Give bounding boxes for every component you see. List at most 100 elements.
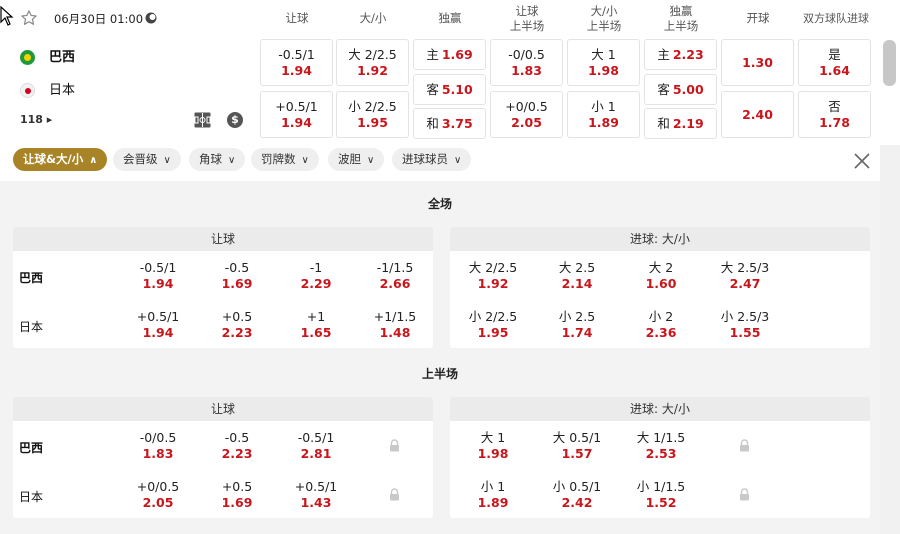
- odds-value: 2.23: [221, 325, 253, 340]
- odds-option[interactable]: 大 2.5 2.14: [542, 260, 612, 292]
- odds-option[interactable]: 小 2.5/3 1.55: [710, 309, 780, 341]
- odds-option[interactable]: 大 1 1.98: [458, 430, 528, 462]
- filter-chip-goalscorer[interactable]: 进球球员 ∨: [392, 148, 472, 171]
- odds-value: 2.05: [511, 115, 542, 130]
- odds-line: +0/0.5: [505, 99, 548, 114]
- odds-cell-h1-moneyline-draw[interactable]: 和 2.19: [644, 108, 717, 139]
- chevron-down-icon: ∨: [163, 155, 171, 166]
- cashout-dollar-icon[interactable]: $: [227, 112, 243, 128]
- filter-chip-label: 波胆: [338, 152, 361, 166]
- filter-chip-corners[interactable]: 角球 ∨: [189, 148, 246, 171]
- odds-cell-moneyline-draw[interactable]: 和 3.75: [413, 108, 486, 139]
- odds-option[interactable]: 小 2 2.36: [626, 309, 696, 341]
- odds-cell-handicap-home[interactable]: -0.5/1 1.94: [260, 39, 333, 86]
- odds-cell-h1-over[interactable]: 大 1 1.98: [567, 39, 640, 86]
- odds-line: 小 2.5/3: [720, 309, 770, 324]
- odds-value: 1.98: [477, 446, 509, 461]
- close-icon[interactable]: [852, 151, 872, 171]
- odds-line: 主: [426, 47, 439, 62]
- odds-option[interactable]: -1/1.5 2.66: [360, 260, 430, 292]
- odds-value: 2.81: [300, 446, 332, 461]
- odds-cell-under[interactable]: 小 2/2.5 1.95: [336, 91, 409, 138]
- odds-option[interactable]: +0.5/1 1.94: [123, 309, 193, 341]
- more-markets-link[interactable]: 118 ▸: [20, 113, 52, 126]
- odds-line: -0/0.5: [508, 47, 545, 62]
- odds-value: 3.75: [441, 116, 473, 131]
- filter-chip-handicap-ou[interactable]: 让球&大/小 ∧: [13, 148, 108, 171]
- odds-value: 1.95: [357, 115, 388, 130]
- odds-option[interactable]: -0.5 1.69: [202, 260, 272, 292]
- odds-cell-h1-handicap-home[interactable]: -0/0.5 1.83: [490, 39, 563, 86]
- odds-option[interactable]: +1 1.65: [281, 309, 351, 341]
- odds-cell-moneyline-away[interactable]: 客 5.10: [413, 74, 486, 105]
- odds-option[interactable]: +0/0.5 2.05: [123, 479, 193, 511]
- odds-option[interactable]: 大 1/1.5 2.53: [626, 430, 696, 462]
- odds-line: -0/0.5: [139, 430, 177, 445]
- lock-icon: [390, 488, 399, 501]
- odds-value: 1.30: [742, 55, 773, 70]
- odds-cell-handicap-away[interactable]: +0.5/1 1.94: [260, 91, 333, 138]
- odds-option[interactable]: +0.5 1.69: [202, 479, 272, 511]
- odds-option[interactable]: -0.5/1 1.94: [123, 260, 193, 292]
- odds-line: 小 0.5/1: [552, 479, 602, 494]
- odds-value: 2.53: [645, 446, 677, 461]
- odds-option[interactable]: -0/0.5 1.83: [123, 430, 193, 462]
- odds-value: 1.94: [281, 115, 312, 130]
- odds-option[interactable]: +0.5/1 1.43: [281, 479, 351, 511]
- odds-line: +0.5/1: [294, 479, 338, 494]
- odds-value: 1.64: [819, 63, 850, 78]
- odds-value: 1.69: [441, 47, 473, 62]
- odds-cell-h1-moneyline-home[interactable]: 主 2.23: [644, 39, 717, 70]
- odds-cell-h1-under[interactable]: 小 1 1.89: [567, 91, 640, 138]
- odds-option[interactable]: 小 0.5/1 2.42: [542, 479, 612, 511]
- odds-option[interactable]: 大 2/2.5 1.92: [458, 260, 528, 292]
- live-stream-icon[interactable]: [145, 12, 157, 24]
- odds-option[interactable]: 小 1 1.89: [458, 479, 528, 511]
- odds-cell-over[interactable]: 大 2/2.5 1.92: [336, 39, 409, 86]
- odds-option[interactable]: 大 0.5/1 1.57: [542, 430, 612, 462]
- odds-value: 1.69: [221, 495, 253, 510]
- section-title-first-half: 上半场: [421, 367, 458, 381]
- odds-option[interactable]: -1 2.29: [281, 260, 351, 292]
- odds-cell-h1-handicap-away[interactable]: +0/0.5 2.05: [490, 91, 563, 138]
- odds-option[interactable]: +1/1.5 1.48: [360, 309, 430, 341]
- odds-cell-moneyline-home[interactable]: 主 1.69: [413, 39, 486, 70]
- brazil-flag-icon: [20, 50, 35, 65]
- odds-option[interactable]: -0.5/1 2.81: [281, 430, 351, 462]
- odds-option[interactable]: 大 2 1.60: [626, 260, 696, 292]
- team-home: 巴西: [20, 46, 75, 65]
- odds-value: 2.23: [221, 446, 253, 461]
- odds-value: 1.94: [142, 325, 174, 340]
- odds-line: +1/1.5: [373, 309, 417, 324]
- panel-header: 让球: [13, 397, 433, 421]
- odds-line: 和: [657, 116, 670, 131]
- odds-line: +0/0.5: [136, 479, 180, 494]
- odds-option[interactable]: 小 1/1.5 1.52: [626, 479, 696, 511]
- odds-line: 是: [828, 47, 841, 62]
- col-moneyline: 独赢: [438, 11, 462, 25]
- col-h1-over-under: 大/小 上半场: [586, 4, 622, 33]
- favorite-star-icon[interactable]: [20, 9, 38, 27]
- odds-cell-btts-yes[interactable]: 是 1.64: [798, 39, 871, 86]
- odds-option[interactable]: 大 2.5/3 2.47: [710, 260, 780, 292]
- odds-option[interactable]: 小 2.5 1.74: [542, 309, 612, 341]
- odds-cell-kickoff-away[interactable]: 2.40: [721, 91, 794, 138]
- odds-cell-h1-moneyline-away[interactable]: 客 5.00: [644, 74, 717, 105]
- odds-value: 1.65: [300, 325, 332, 340]
- filter-chip-cards[interactable]: 罚牌数 ∨: [251, 148, 319, 171]
- odds-option[interactable]: -0.5 2.23: [202, 430, 272, 462]
- odds-cell-kickoff-home[interactable]: 1.30: [721, 39, 794, 86]
- odds-option[interactable]: 小 2/2.5 1.95: [458, 309, 528, 341]
- pitch-stats-icon[interactable]: [194, 112, 211, 128]
- header-scrollbar-thumb[interactable]: [883, 40, 896, 86]
- odds-value: 1.83: [511, 63, 542, 78]
- odds-value: 1.92: [357, 63, 388, 78]
- odds-option[interactable]: +0.5 2.23: [202, 309, 272, 341]
- odds-value: 1.60: [645, 276, 677, 291]
- odds-cell-btts-no[interactable]: 否 1.78: [798, 91, 871, 138]
- page-scrollbar[interactable]: [880, 145, 900, 534]
- filter-chip-qualify[interactable]: 会晋级 ∨: [113, 148, 181, 171]
- odds-value: 2.42: [561, 495, 593, 510]
- filter-chip-correct-score[interactable]: 波胆 ∨: [328, 148, 385, 171]
- row-team-away: 日本: [19, 490, 44, 504]
